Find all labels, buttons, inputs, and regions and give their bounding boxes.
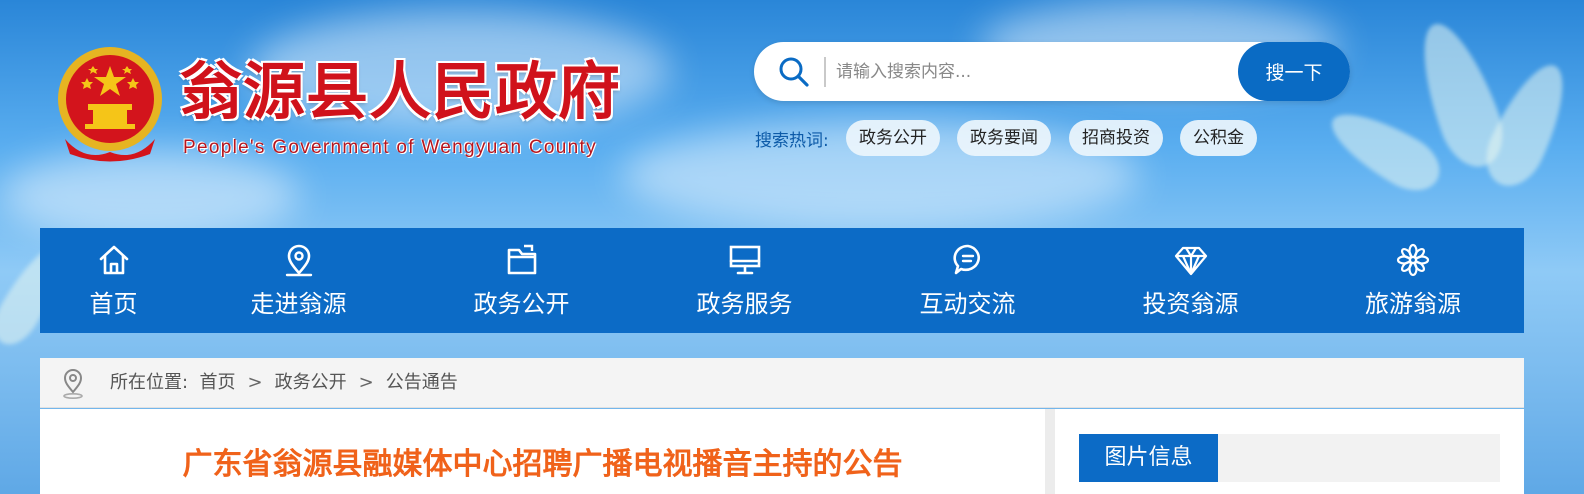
panel-divider <box>1045 409 1055 494</box>
nav-label: 首页 <box>89 290 138 318</box>
breadcrumb-separator: > <box>247 372 263 393</box>
site-title: 翁源县人民政府 <box>180 55 622 128</box>
hot-search-label: 搜索热词: <box>755 131 829 151</box>
background-cloud <box>0 150 300 240</box>
sidebar-panel: 图片信息 <box>1055 409 1524 494</box>
folder-icon <box>504 242 540 278</box>
nav-item-gov-affairs-open[interactable]: 政务公开 <box>410 228 633 333</box>
breadcrumb-link-announcements[interactable]: 公告通告 <box>386 372 458 393</box>
search-icon <box>778 56 810 88</box>
nav-item-about[interactable]: 走进翁源 <box>187 228 410 333</box>
breadcrumb-link-gov-affairs-open[interactable]: 政务公开 <box>275 372 347 393</box>
nav-label: 政务服务 <box>696 290 793 318</box>
hot-tag[interactable]: 政务要闻 <box>957 120 1051 156</box>
article-panel: 广东省翁源县融媒体中心招聘广播电视播音主持的公告 <box>40 409 1045 494</box>
hot-tag[interactable]: 政务公开 <box>846 120 940 156</box>
hot-tag[interactable]: 公积金 <box>1180 120 1257 156</box>
chat-bubble-icon <box>950 242 986 278</box>
nav-label: 走进翁源 <box>250 290 347 318</box>
site-subtitle: People's Government of Wengyuan County <box>183 137 597 158</box>
search-divider <box>824 57 826 87</box>
tab-photo-info[interactable]: 图片信息 <box>1079 434 1218 482</box>
search-input[interactable] <box>836 52 1226 92</box>
breadcrumb-separator: > <box>358 372 374 393</box>
nav-item-interaction[interactable]: 互动交流 <box>856 228 1079 333</box>
home-icon <box>96 242 132 278</box>
hot-tag[interactable]: 招商投资 <box>1069 120 1163 156</box>
breadcrumb: 所在位置: 首页 > 政务公开 > 公告通告 <box>40 358 1524 408</box>
location-pin-icon <box>60 368 86 400</box>
monitor-icon <box>727 242 763 278</box>
background-flower <box>1320 98 1450 202</box>
nav-label: 旅游翁源 <box>1365 290 1461 318</box>
sidebar-header: 图片信息 <box>1079 434 1500 482</box>
flower-icon <box>1395 242 1431 278</box>
search-button[interactable]: 搜一下 <box>1238 42 1350 101</box>
nav-item-gov-services[interactable]: 政务服务 <box>633 228 856 333</box>
breadcrumb-prefix: 所在位置: <box>110 372 189 393</box>
nav-item-tourism[interactable]: 旅游翁源 <box>1302 228 1524 333</box>
national-emblem-icon <box>55 44 165 162</box>
article-title: 广东省翁源县融媒体中心招聘广播电视播音主持的公告 <box>182 447 903 482</box>
nav-item-home[interactable]: 首页 <box>40 228 187 333</box>
nav-label: 投资翁源 <box>1142 290 1239 318</box>
search-box: 搜一下 <box>754 42 1350 101</box>
breadcrumb-link-home[interactable]: 首页 <box>200 372 236 393</box>
nav-item-investment[interactable]: 投资翁源 <box>1079 228 1302 333</box>
main-nav: 首页 走进翁源 政务公开 政务服务 互动交流 投资翁源 旅游翁源 <box>40 228 1524 333</box>
diamond-icon <box>1173 242 1209 278</box>
nav-label: 互动交流 <box>919 290 1016 318</box>
breadcrumb-trail: 所在位置: 首页 > 政务公开 > 公告通告 <box>110 358 458 408</box>
location-pin-icon <box>281 242 317 278</box>
nav-label: 政务公开 <box>473 290 570 318</box>
